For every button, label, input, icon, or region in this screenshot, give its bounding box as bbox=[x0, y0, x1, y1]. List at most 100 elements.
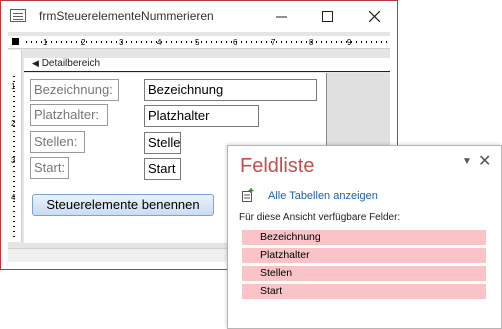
ruler-h-dot bbox=[211, 41, 212, 43]
ruler-v-dot bbox=[13, 206, 15, 207]
ruler-h-dot bbox=[321, 41, 322, 43]
ruler-h-dot bbox=[181, 41, 182, 43]
ruler-h-dot bbox=[66, 41, 67, 43]
ruler-h-dot bbox=[246, 41, 247, 43]
label-bezeichnung[interactable]: Bezeichnung: bbox=[30, 79, 119, 101]
ruler-h-dot bbox=[146, 41, 147, 43]
ruler-h-dot bbox=[336, 41, 337, 43]
ruler-h-dot bbox=[381, 41, 382, 43]
ruler-h-dot bbox=[31, 41, 32, 43]
ruler-v-dot bbox=[13, 196, 15, 197]
ruler-h-dot bbox=[106, 41, 107, 43]
available-fields-heading: Für diese Ansicht verfügbare Felder: bbox=[239, 212, 401, 223]
panel-options-icon[interactable]: ▼ bbox=[462, 156, 472, 167]
ruler-h-dot bbox=[41, 41, 42, 43]
minimize-button[interactable] bbox=[258, 1, 304, 31]
form-selector[interactable] bbox=[12, 38, 19, 45]
ruler-h-dot bbox=[236, 41, 237, 43]
ruler-h-dot bbox=[126, 41, 127, 43]
ruler-h-dot bbox=[256, 41, 257, 43]
ruler-h-dot bbox=[266, 41, 267, 43]
textbox-platzhalter[interactable]: Platzhalter bbox=[144, 105, 259, 127]
field-list-item-start[interactable]: Start bbox=[242, 284, 486, 299]
detail-section-label[interactable]: ◀ Detailbereich bbox=[32, 58, 100, 69]
ruler-h-dot bbox=[346, 41, 347, 43]
ruler-h-dot bbox=[191, 41, 192, 43]
name-controls-button[interactable]: Steuerelemente benennen bbox=[32, 194, 214, 216]
ruler-v-dot bbox=[13, 191, 15, 192]
ruler-h-dot bbox=[326, 41, 327, 43]
ruler-h-dot bbox=[226, 41, 227, 43]
ruler-h-dot bbox=[261, 41, 262, 43]
ruler-v-dot bbox=[13, 171, 15, 172]
maximize-icon bbox=[321, 10, 333, 22]
ruler-h-dot bbox=[241, 41, 242, 43]
ruler-h-dot bbox=[296, 41, 297, 43]
vertical-ruler[interactable] bbox=[8, 50, 22, 242]
ruler-h-dot bbox=[291, 41, 292, 43]
ruler-h-dot bbox=[331, 41, 332, 43]
textbox-bezeichnung[interactable]: Bezeichnung bbox=[144, 79, 317, 101]
section-arrow-icon: ◀ bbox=[32, 58, 39, 68]
ruler-v-dot bbox=[13, 96, 15, 97]
ruler-v-dot bbox=[13, 201, 15, 202]
ruler-h-dot bbox=[116, 41, 117, 43]
ruler-h-dot bbox=[216, 41, 217, 43]
ruler-v-dot bbox=[13, 216, 15, 217]
ruler-h-dot bbox=[136, 41, 137, 43]
ruler-h-dot bbox=[56, 41, 57, 43]
form-icon[interactable] bbox=[10, 9, 26, 22]
ruler-h-dot bbox=[286, 41, 287, 43]
label-start[interactable]: Start: bbox=[30, 157, 69, 179]
ruler-h-dot bbox=[156, 41, 157, 43]
ruler-h-dot bbox=[36, 41, 37, 43]
ruler-v-dot bbox=[13, 116, 15, 117]
ruler-h-dot bbox=[186, 41, 187, 43]
ruler-v-dot bbox=[13, 111, 15, 112]
ruler-v-dot bbox=[13, 106, 15, 107]
label-stellen[interactable]: Stellen: bbox=[30, 131, 85, 153]
ruler-h-dot bbox=[356, 41, 357, 43]
ruler-h-dot bbox=[221, 41, 222, 43]
ruler-h-dot bbox=[386, 41, 387, 43]
ruler-h-dot bbox=[91, 41, 92, 43]
ruler-h-dot bbox=[366, 41, 367, 43]
ruler-h-dot bbox=[351, 41, 352, 43]
field-list-title: Feldliste bbox=[240, 155, 315, 177]
ruler-h-dot bbox=[131, 41, 132, 43]
field-list-item-platzhalter[interactable]: Platzhalter bbox=[242, 248, 486, 263]
ruler-h-dot bbox=[196, 41, 197, 43]
ruler-h-dot bbox=[26, 41, 27, 43]
ruler-h-dot bbox=[271, 41, 272, 43]
add-table-icon[interactable] bbox=[242, 188, 254, 202]
ruler-v-dot bbox=[13, 176, 15, 177]
ruler-v-dot bbox=[13, 151, 15, 152]
ruler-v-tick-label: 1 bbox=[11, 83, 15, 91]
ruler-h-dot bbox=[121, 41, 122, 43]
ruler-h-dot bbox=[371, 41, 372, 43]
label-platzhalter[interactable]: Platzhalter: bbox=[30, 104, 108, 126]
textbox-stellen[interactable]: Stelle bbox=[144, 132, 181, 154]
field-list-item-bezeichnung[interactable]: Bezeichnung bbox=[242, 230, 486, 245]
ruler-v-dot bbox=[13, 81, 15, 82]
textbox-start[interactable]: Start bbox=[144, 158, 181, 180]
ruler-h-dot bbox=[71, 41, 72, 43]
ruler-h-dot bbox=[281, 41, 282, 43]
ruler-h-dot bbox=[341, 41, 342, 43]
title-bar[interactable]: frmSteuerelementeNummerieren bbox=[1, 1, 397, 31]
ruler-h-dot bbox=[316, 41, 317, 43]
panel-close-icon[interactable]: ✕ bbox=[478, 151, 491, 171]
show-all-tables-link[interactable]: Alle Tabellen anzeigen bbox=[268, 190, 378, 202]
ruler-h-dot bbox=[81, 41, 82, 43]
field-list-item-stellen[interactable]: Stellen bbox=[242, 266, 486, 281]
ruler-v-dot bbox=[13, 236, 15, 237]
ruler-h-dot bbox=[276, 41, 277, 43]
ruler-h-dot bbox=[61, 41, 62, 43]
ruler-h-dot bbox=[251, 41, 252, 43]
ruler-v-dot bbox=[13, 126, 15, 127]
maximize-button[interactable] bbox=[304, 1, 350, 31]
ruler-h-dot bbox=[141, 41, 142, 43]
ruler-h-dot bbox=[301, 41, 302, 43]
ruler-v-dot bbox=[13, 131, 15, 132]
close-button[interactable] bbox=[351, 1, 397, 31]
